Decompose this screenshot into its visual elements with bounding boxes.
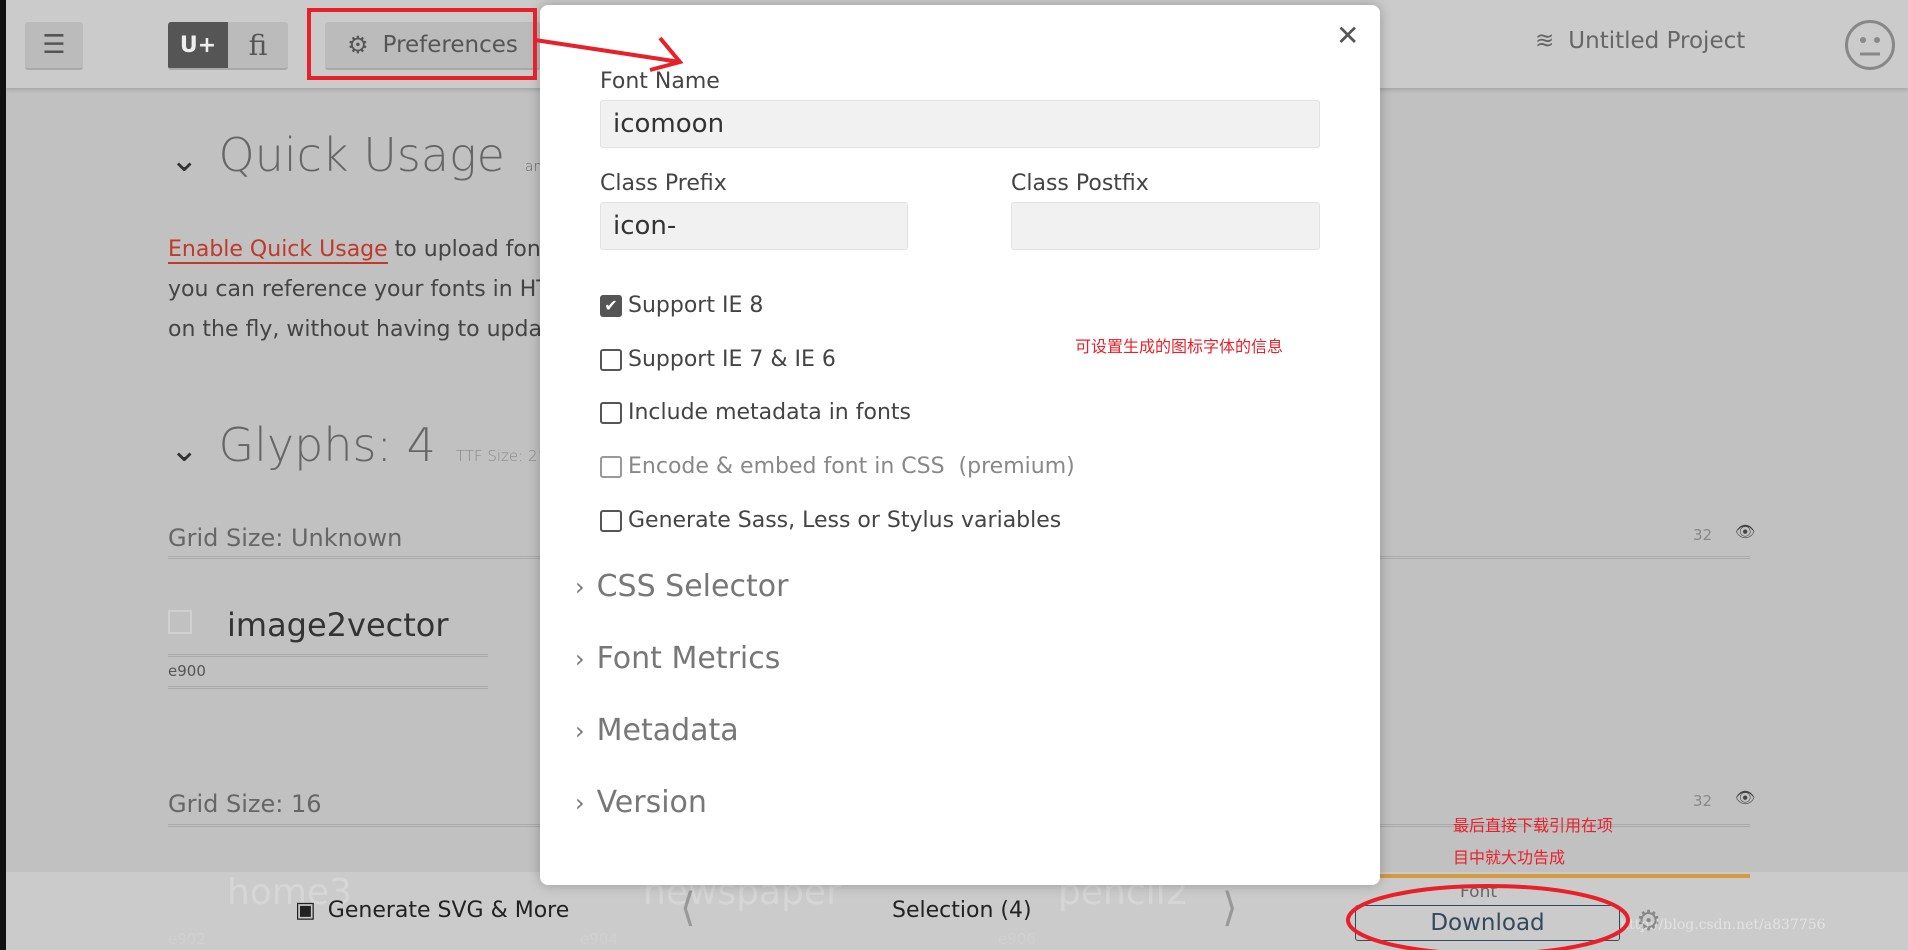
- font-name-input[interactable]: [600, 100, 1320, 148]
- preferences-dialog: ✕ Font Name Class Prefix Class Postfix ✔…: [540, 5, 1380, 885]
- text-line: to upload font: [387, 237, 550, 262]
- download-button[interactable]: Download: [1355, 905, 1620, 941]
- grid-size-value: 32: [1693, 792, 1713, 810]
- option-label: Generate Sass, Less or Stylus variables: [628, 508, 1062, 533]
- grid-size-label: Grid Size: Unknown: [168, 524, 403, 552]
- grid-size-label: Grid Size: 16: [168, 790, 322, 818]
- chevron-right-icon: ›: [575, 788, 585, 817]
- close-icon[interactable]: ✕: [1336, 19, 1359, 52]
- watermark: http://blog.csdn.net/a837756: [1620, 917, 1826, 933]
- font-tab-indicator: [1380, 874, 1750, 878]
- checkbox-icon: [600, 455, 622, 478]
- chevron-left-icon[interactable]: ⟨: [680, 885, 696, 931]
- checkbox-icon: [600, 348, 622, 371]
- checkbox-icon: [600, 509, 622, 532]
- chevron-right-icon[interactable]: ⟩: [1222, 885, 1238, 931]
- faded-code: e902: [168, 930, 206, 948]
- option-label: Encode & embed font in CSS (premium): [628, 454, 1075, 479]
- glyph-code[interactable]: e900: [168, 662, 206, 680]
- image-icon: ▣: [295, 898, 316, 923]
- generate-label: Generate SVG & More: [327, 898, 570, 923]
- divider: [168, 686, 488, 689]
- gear-icon: ⚙: [347, 31, 369, 59]
- chevron-right-icon: ›: [575, 716, 585, 745]
- divider: [168, 654, 488, 657]
- font-label: Font: [1460, 882, 1498, 902]
- class-prefix-input[interactable]: [600, 202, 908, 250]
- enable-quick-usage-link[interactable]: Enable Quick Usage: [168, 237, 388, 264]
- class-prefix-label: Class Prefix: [600, 171, 727, 196]
- include-metadata-checkbox[interactable]: Include metadata in fonts: [600, 400, 911, 425]
- avatar[interactable]: [1845, 20, 1895, 70]
- generate-variables-checkbox[interactable]: Generate Sass, Less or Stylus variables: [600, 508, 1061, 533]
- checkbox-checked-icon: ✔: [600, 294, 622, 317]
- hamburger-icon: ☰: [42, 30, 66, 60]
- face-icon: [1860, 37, 1880, 56]
- option-label: Include metadata in fonts: [628, 400, 911, 425]
- text-line: you can reference your fonts in HT: [168, 277, 550, 302]
- text-line: on the fly, without having to updat: [168, 317, 551, 342]
- section-label: Metadata: [596, 713, 739, 748]
- class-postfix-input[interactable]: [1011, 202, 1320, 250]
- support-ie7-checkbox[interactable]: Support IE 7 & IE 6: [600, 347, 836, 372]
- chevron-down-icon: ⌄: [170, 140, 199, 180]
- support-ie8-checkbox[interactable]: ✔ Support IE 8: [600, 293, 763, 318]
- preferences-button[interactable]: ⚙ Preferences: [325, 22, 540, 70]
- section-label: CSS Selector: [596, 569, 789, 604]
- generate-svg-button[interactable]: ▣ Generate SVG & More: [295, 898, 569, 923]
- layers-icon: ≋: [1535, 28, 1555, 54]
- ligature-mode-button[interactable]: fi: [228, 22, 288, 70]
- glyph-name[interactable]: image2vector: [227, 606, 449, 644]
- annotation-note: 可设置生成的图标字体的信息: [1075, 337, 1284, 356]
- class-postfix-label: Class Postfix: [1011, 171, 1149, 196]
- project-button[interactable]: ≋ Untitled Project: [1535, 28, 1745, 54]
- glyphs-heading[interactable]: ⌄ Glyphs: 4 TTF Size: 2124: [170, 418, 566, 472]
- eye-icon[interactable]: 👁: [1735, 522, 1755, 541]
- eye-icon[interactable]: 👁: [1735, 788, 1755, 807]
- menu-button[interactable]: ☰: [25, 22, 83, 70]
- section-label: Version: [596, 785, 707, 820]
- section-metadata[interactable]: › Metadata: [575, 713, 739, 748]
- section-font-metrics[interactable]: › Font Metrics: [575, 641, 780, 676]
- window-edge: [0, 0, 6, 950]
- selection-count[interactable]: Selection (4): [892, 898, 1032, 923]
- project-name: Untitled Project: [1568, 28, 1746, 54]
- font-name-label: Font Name: [600, 69, 720, 94]
- heading-text: Glyphs: 4: [218, 418, 436, 472]
- preferences-label: Preferences: [382, 32, 518, 58]
- quick-usage-text: Enable Quick Usage to upload font you can…: [168, 230, 551, 350]
- faded-code: e904: [580, 930, 618, 948]
- faded-code: e906: [998, 930, 1036, 948]
- section-version[interactable]: › Version: [575, 785, 707, 820]
- grid-size-value: 32: [1693, 526, 1713, 544]
- unicode-mode-button[interactable]: U+: [168, 22, 228, 70]
- annotation-note: 最后直接下载引用在项: [1453, 816, 1614, 835]
- encode-embed-checkbox[interactable]: Encode & embed font in CSS (premium): [600, 454, 1075, 479]
- option-label: Support IE 8: [628, 293, 764, 318]
- section-label: Font Metrics: [596, 641, 781, 676]
- checkbox-icon: [600, 401, 622, 424]
- chevron-right-icon: ›: [575, 572, 585, 601]
- chevron-down-icon: ⌄: [170, 430, 199, 470]
- annotation-note: 目中就大功告成: [1453, 848, 1566, 867]
- quick-usage-heading[interactable]: ⌄Quick UsageandS: [170, 128, 600, 182]
- heading-text: Quick Usage: [218, 128, 505, 182]
- image-icon: [168, 610, 192, 634]
- chevron-right-icon: ›: [575, 644, 585, 673]
- section-css-selector[interactable]: › CSS Selector: [575, 569, 788, 604]
- option-label: Support IE 7 & IE 6: [628, 347, 836, 372]
